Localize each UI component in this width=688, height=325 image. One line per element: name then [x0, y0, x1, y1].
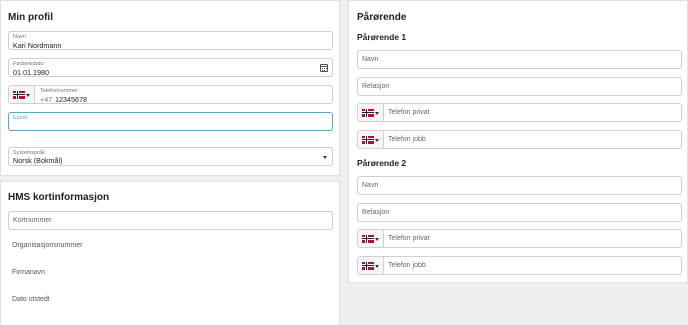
country-selector[interactable]	[358, 131, 384, 148]
language-value: Norsk (Bokmål)	[13, 156, 63, 165]
relatives-title: Pårørende	[357, 12, 407, 23]
chevron-down-icon	[375, 138, 379, 142]
norway-flag-icon	[13, 90, 25, 99]
chevron-down-icon	[375, 237, 379, 241]
profile-title: Min profil	[8, 12, 53, 23]
relative-1-phone-work-field[interactable]: Telefon jobb	[357, 130, 682, 149]
profile-panel: Min profil Navn Kari Nordmann Fødselsdat…	[0, 0, 340, 176]
relative-2-name-placeholder: Navn	[362, 182, 379, 189]
relative-1-phone-private-placeholder: Telefon privat	[388, 109, 430, 116]
chevron-down-icon	[323, 155, 327, 159]
relative-1-relation-field[interactable]: Relasjon	[357, 77, 682, 96]
org-number-label: Organisasjonsnummer	[12, 242, 83, 249]
calendar-icon[interactable]	[320, 64, 328, 72]
country-selector[interactable]	[358, 230, 384, 247]
email-label: Epost:	[13, 115, 29, 121]
relative-1-phone-private-field[interactable]: Telefon privat	[357, 103, 682, 122]
relative-1-phone-work-placeholder: Telefon jobb	[388, 136, 426, 143]
relative-2-phone-work-placeholder: Telefon jobb	[388, 262, 426, 269]
relative-2-relation-placeholder: Relasjon	[362, 209, 390, 216]
chevron-down-icon	[375, 111, 379, 115]
issue-date-label: Dato utstedt	[12, 296, 50, 303]
relative-1-name-field[interactable]: Navn	[357, 50, 682, 69]
company-name-label: Firmanavn	[12, 269, 46, 276]
relative-1-title: Pårørende 1	[357, 32, 407, 42]
country-selector[interactable]	[358, 104, 384, 121]
norway-flag-icon	[362, 108, 374, 117]
relatives-panel: Pårørende Pårørende 1 Navn Relasjon Tele…	[348, 0, 688, 283]
phone-value: 12345678	[55, 95, 87, 104]
birthdate-label: Fødselsdato:	[13, 61, 45, 67]
name-label: Navn	[13, 34, 26, 40]
birthdate-value: 01.01.1980	[13, 68, 49, 77]
email-field[interactable]: Epost:	[8, 112, 333, 131]
birthdate-field[interactable]: Fødselsdato: 01.01.1980	[8, 58, 333, 77]
name-field[interactable]: Navn Kari Nordmann	[8, 31, 333, 50]
hms-panel: HMS kortinformasjon Kortnummer Organisas…	[0, 181, 340, 325]
relative-2-relation-field[interactable]: Relasjon	[357, 203, 682, 222]
card-number-placeholder: Kortnummer	[13, 217, 52, 224]
hms-title: HMS kortinformasjon	[8, 192, 110, 203]
language-select[interactable]: Systemspråk: Norsk (Bokmål)	[8, 147, 333, 166]
norway-flag-icon	[362, 234, 374, 243]
chevron-down-icon	[375, 264, 379, 268]
norway-flag-icon	[362, 261, 374, 270]
phone-field[interactable]: Telefonnummer +47 12345678	[8, 85, 333, 104]
relative-1-name-placeholder: Navn	[362, 56, 379, 63]
norway-flag-icon	[362, 135, 374, 144]
relative-2-title: Pårørende 2	[357, 158, 407, 168]
card-number-field[interactable]: Kortnummer	[8, 211, 333, 230]
relative-2-name-field[interactable]: Navn	[357, 176, 682, 195]
country-selector[interactable]	[358, 257, 384, 274]
name-value: Kari Nordmann	[13, 41, 62, 50]
country-selector[interactable]	[9, 86, 35, 103]
phone-prefix: +47	[40, 95, 53, 104]
relative-1-relation-placeholder: Relasjon	[362, 83, 390, 90]
phone-label: Telefonnummer	[40, 88, 78, 94]
chevron-down-icon	[26, 93, 30, 97]
relative-2-phone-private-placeholder: Telefon privat	[388, 235, 430, 242]
relative-2-phone-private-field[interactable]: Telefon privat	[357, 229, 682, 248]
relative-2-phone-work-field[interactable]: Telefon jobb	[357, 256, 682, 275]
